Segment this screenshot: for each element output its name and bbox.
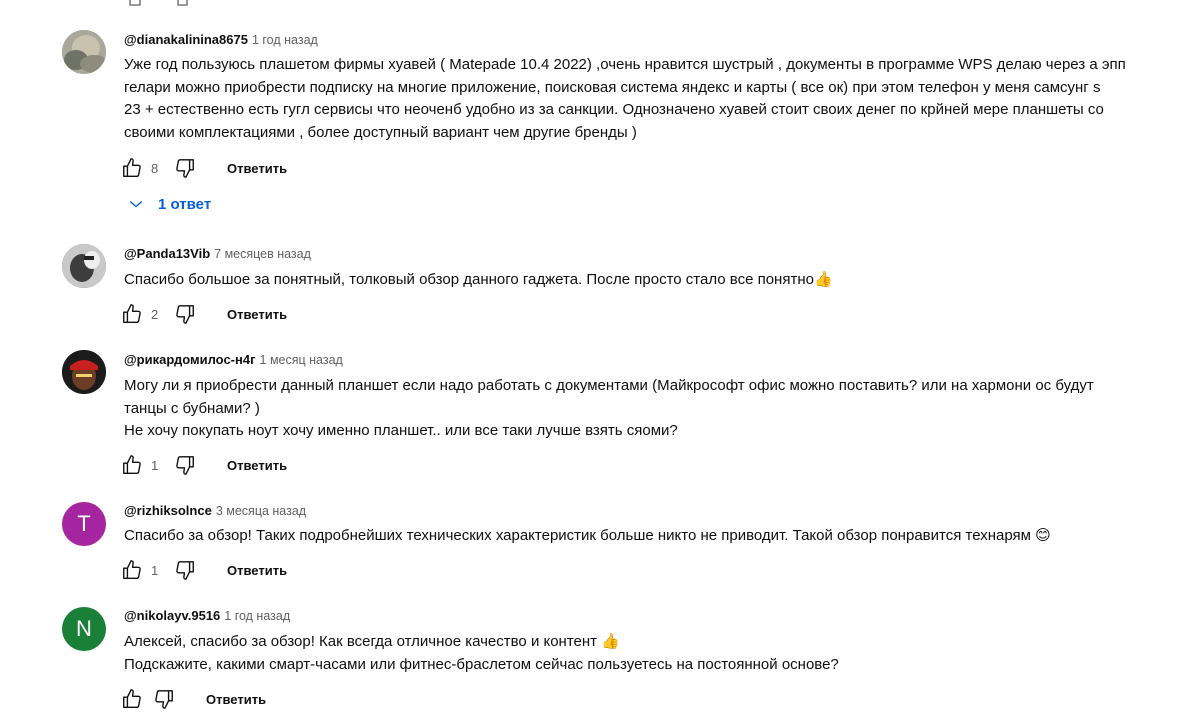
comment-text: Алексей, спасибо за обзор! Как всегда от… [124,633,839,673]
comment-time[interactable]: 7 месяцев назад [214,247,311,261]
like-button[interactable] [120,302,144,326]
dislike-button[interactable] [173,558,197,582]
user-photo-icon [62,30,106,74]
dislike-button[interactable] [173,156,197,180]
avatar[interactable] [62,350,106,394]
thumbs-up-emoji: 👍 [813,271,833,288]
thumbs-up-icon [123,689,141,708]
thumbs-up-icon [123,158,141,177]
reply-button[interactable]: Ответить [206,692,266,707]
comment-time[interactable]: 1 год назад [224,609,290,623]
reply-button[interactable]: Ответить [227,458,287,473]
like-count: 1 [151,457,159,473]
comment-time[interactable]: 3 месяца назад [216,504,306,518]
user-photo-icon [62,244,106,288]
comment-author[interactable]: @рикардомилос-н4г [124,352,256,367]
avatar-letter: T [77,511,91,536]
view-replies-button[interactable]: 1 ответ [126,194,211,214]
dislike-button[interactable] [173,302,197,326]
previous-actions-remnant [120,0,200,6]
avatar[interactable]: T [62,502,106,546]
avatar[interactable]: N [62,607,106,651]
thumbs-up-icon [123,560,141,579]
thumbs-up-emoji: 👍 [601,633,620,650]
thumbs-down-icon [155,690,173,709]
thumbs-up-icon [123,455,141,474]
thumbs-down-icon [176,456,194,475]
dislike-button[interactable] [152,687,176,711]
comment-text: Могу ли я приобрести данный планшет если… [124,377,1094,439]
comment-author[interactable]: @Panda13Vib [124,246,210,261]
dislike-button[interactable] [173,453,197,477]
like-count: 2 [151,306,159,322]
thumbs-down-icon [176,159,194,178]
thumbs-down-icon [176,305,194,324]
like-button[interactable] [120,687,144,711]
comment-author[interactable]: @nikolayv.9516 [124,608,220,623]
like-button[interactable] [120,156,144,180]
comment-time[interactable]: 1 месяц назад [260,353,343,367]
comment-text: Спасибо за обзор! Таких подробнейших тех… [124,525,1201,548]
like-count: 1 [151,562,159,578]
avatar[interactable] [62,30,106,74]
like-button[interactable] [120,558,144,582]
comment-text: Спасибо большое за понятный, толковый об… [124,269,1201,292]
replies-count-label: 1 ответ [158,195,212,213]
like-button[interactable] [120,453,144,477]
chevron-down-icon [129,200,143,208]
reply-button[interactable]: Ответить [227,307,287,322]
reply-button[interactable]: Ответить [227,161,287,176]
comment-text: Уже год пользуюсь плашетом фирмы хуавей … [124,56,1126,141]
comment-time[interactable]: 1 год назад [252,33,318,47]
smile-emoji: 😊 [1035,527,1051,544]
avatar[interactable] [62,244,106,288]
like-count: 8 [151,160,159,176]
thumbs-down-icon [176,561,194,580]
comment-author[interactable]: @dianakalinina8675 [124,32,248,47]
reply-button[interactable]: Ответить [227,563,287,578]
user-photo-icon [62,350,106,394]
thumbs-up-icon [123,304,141,323]
comment-author[interactable]: @rizhiksolnce [124,503,212,518]
avatar-letter: N [76,616,92,641]
